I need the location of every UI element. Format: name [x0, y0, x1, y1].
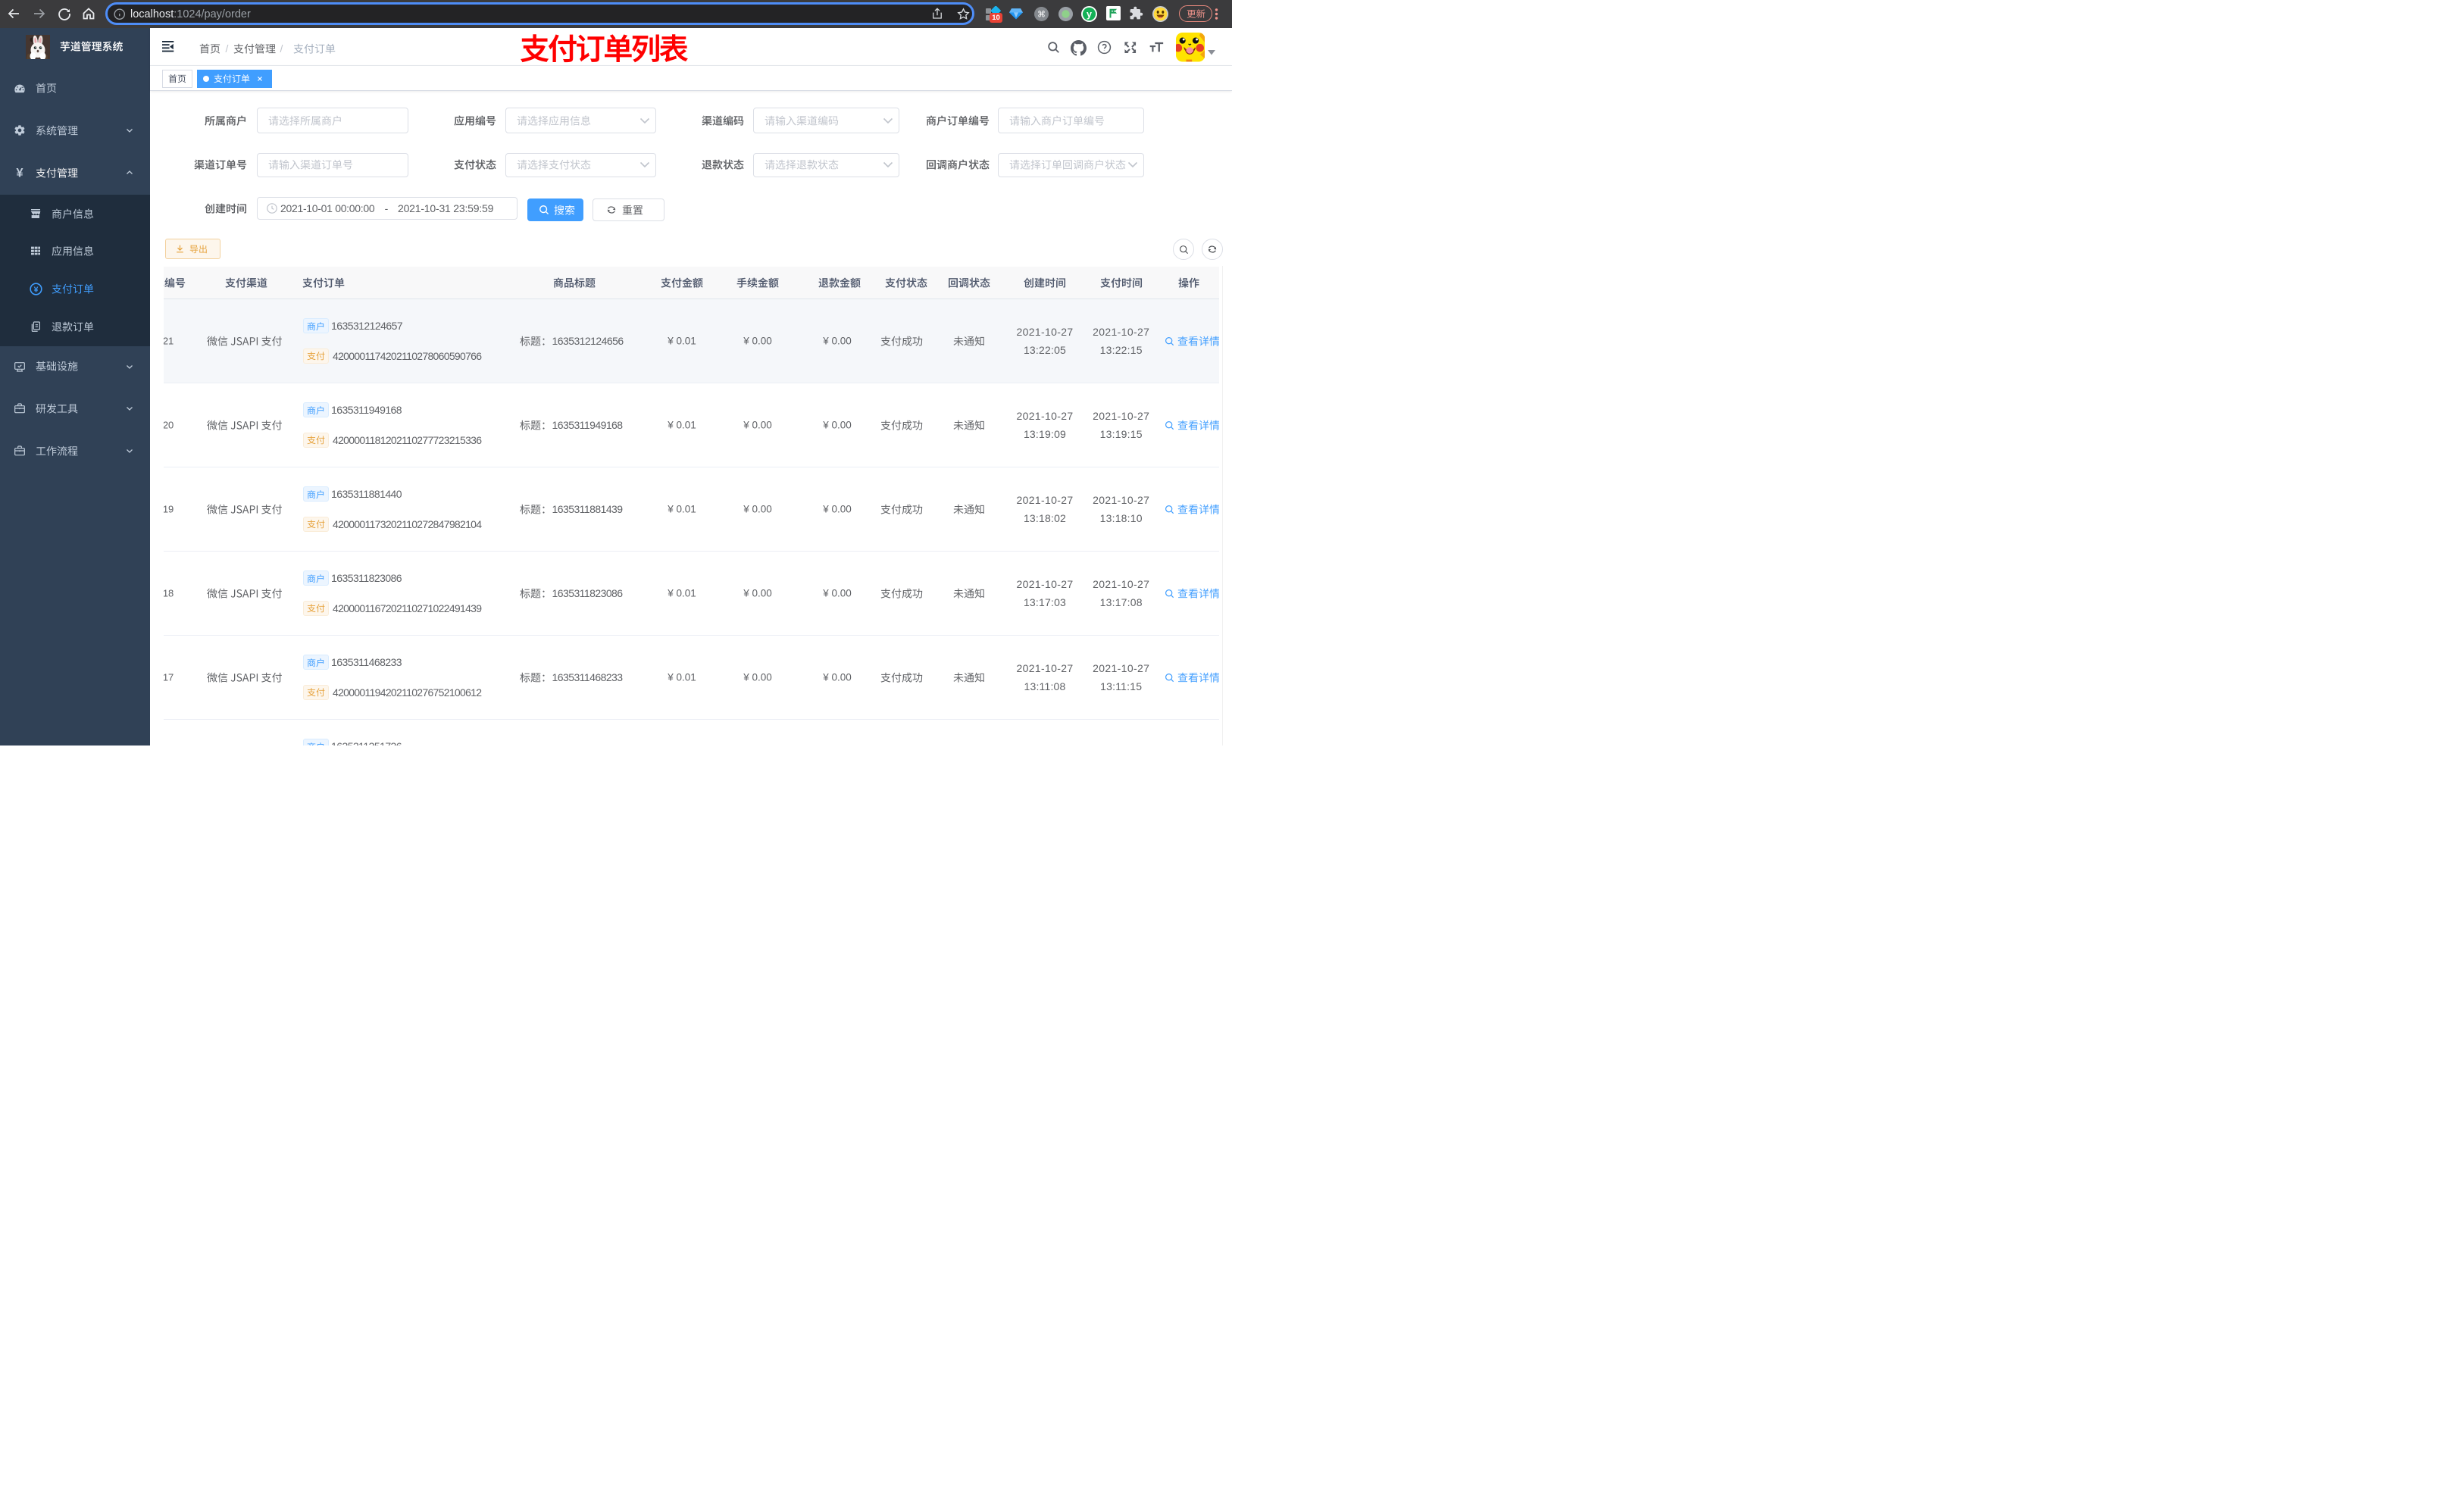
- svg-text:¥: ¥: [16, 167, 23, 179]
- svg-text:y: y: [1087, 8, 1092, 19]
- svg-text:¥: ¥: [34, 285, 39, 294]
- svg-text:⌘: ⌘: [1037, 10, 1046, 19]
